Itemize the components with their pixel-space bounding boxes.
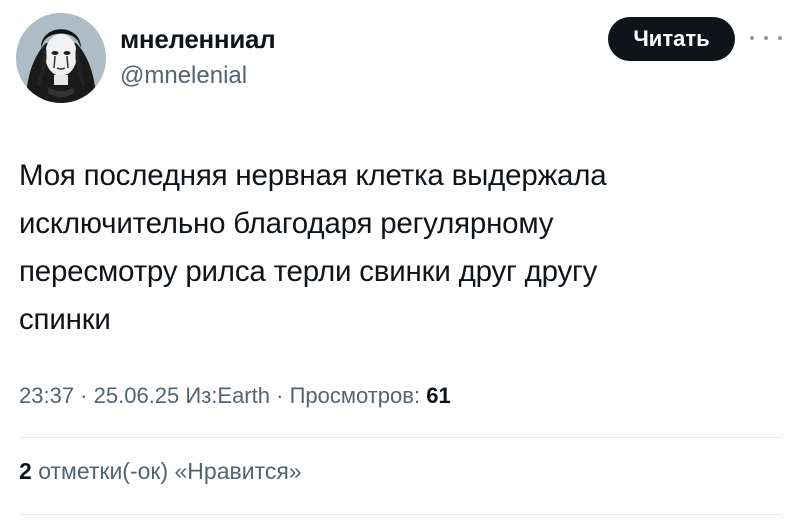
ellipsis-dot — [764, 36, 768, 40]
likes-label: отметки(-ок) «Нравится» — [38, 458, 302, 484]
tweet-card: мнеленниал @mnelenial Читать Моя последн… — [0, 0, 800, 522]
display-name[interactable]: мнеленниал — [120, 26, 276, 52]
views-label: Просмотров: — [289, 383, 421, 408]
tweet-time[interactable]: 23:37 — [19, 383, 74, 408]
ellipsis-icon[interactable] — [750, 28, 782, 48]
tweet-source: Из:Earth — [185, 383, 270, 408]
views-count: 61 — [426, 383, 451, 408]
avatar-portrait-icon — [16, 13, 106, 103]
ellipsis-dot — [778, 36, 782, 40]
divider — [19, 437, 782, 438]
tweet-meta: 23:37 · 25.06.25 Из:Earth · Просмотров: … — [19, 385, 451, 407]
ellipsis-dot — [750, 36, 754, 40]
likes-link[interactable]: 2 отметки(-ок) «Нравится» — [19, 460, 302, 483]
meta-separator: · — [270, 383, 290, 408]
user-handle[interactable]: @mnelenial — [120, 64, 247, 88]
tweet-text: Моя последняя нервная клетка выдержала и… — [19, 159, 607, 336]
avatar[interactable] — [16, 13, 106, 103]
meta-separator: · — [74, 383, 94, 408]
divider — [19, 514, 782, 515]
likes-count: 2 — [19, 458, 32, 484]
follow-button[interactable]: Читать — [608, 17, 735, 61]
tweet-date[interactable]: 25.06.25 — [94, 383, 180, 408]
